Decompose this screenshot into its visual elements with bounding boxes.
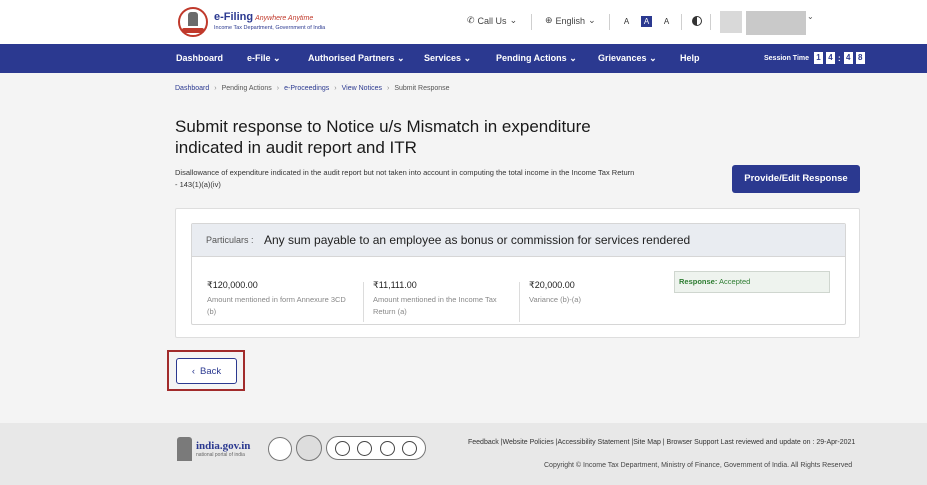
call-us-label: Call Us xyxy=(477,15,507,26)
divider xyxy=(609,14,610,30)
breadcrumb: Dashboard › Pending Actions › e-Proceedi… xyxy=(175,85,450,92)
chevron-down-icon: ⌄ xyxy=(569,53,577,63)
main-nav: Dashboard e-File ⌄ Authorised Partners ⌄… xyxy=(0,44,927,73)
amount-itr-caption: Amount mentioned in the Income Tax Retur… xyxy=(373,295,497,316)
logo-tagline: Anywhere Anytime xyxy=(255,15,314,23)
session-digit: 4 xyxy=(843,52,853,64)
chevron-right-icon: › xyxy=(276,85,280,92)
session-label: Session Time xyxy=(764,54,810,62)
divider xyxy=(519,282,520,322)
divider xyxy=(681,14,682,30)
chevron-down-icon: ⌄ xyxy=(509,15,518,25)
entrust-badge-icon xyxy=(296,435,322,461)
page-description: Disallowance of expenditure indicated in… xyxy=(175,168,635,189)
india-gov-logo[interactable]: india.gov.in national portal of india xyxy=(177,437,250,461)
chevron-down-icon: ⌄ xyxy=(463,53,472,63)
font-increase-button[interactable]: A xyxy=(661,16,672,27)
divider xyxy=(363,282,364,322)
divider xyxy=(710,14,711,30)
logo-subtitle: Income Tax Department, Government of Ind… xyxy=(214,25,326,32)
amount-itr-column: ₹11,111.00 Amount mentioned in the Incom… xyxy=(373,280,513,318)
session-timer: Session Time 1 4 : 4 8 xyxy=(764,52,865,64)
nav-help[interactable]: Help xyxy=(680,53,700,63)
breadcrumb-dashboard[interactable]: Dashboard xyxy=(175,85,209,92)
session-digit: 8 xyxy=(855,52,865,64)
nav-grievances[interactable]: Grievances ⌄ xyxy=(598,53,657,64)
chevron-down-icon: ⌄ xyxy=(588,15,596,25)
provide-edit-response-button[interactable]: Provide/Edit Response xyxy=(732,165,860,193)
iso-certifications xyxy=(326,436,426,460)
efiling-logo[interactable]: e-Filing Anywhere Anytime Income Tax Depa… xyxy=(178,7,325,37)
font-normal-button[interactable]: A xyxy=(641,16,652,27)
variance-caption: Variance (b)-(a) xyxy=(529,295,581,304)
breadcrumb-pending-actions: Pending Actions xyxy=(221,85,272,92)
page-title: Submit response to Notice u/s Mismatch i… xyxy=(175,117,591,157)
nav-efile[interactable]: e-File ⌄ xyxy=(247,53,281,64)
particulars-value: Any sum payable to an employee as bonus … xyxy=(264,233,691,247)
particulars-label: Particulars : xyxy=(206,235,254,245)
breadcrumb-e-proceedings[interactable]: e-Proceedings xyxy=(284,85,329,92)
back-label: Back xyxy=(200,365,222,377)
response-status-badge: Response: Accepted xyxy=(674,271,830,293)
amount-annexure-caption: Amount mentioned in form Annexure 3CD (b… xyxy=(207,295,346,316)
nav-authorised-partners[interactable]: Authorised Partners ⌄ xyxy=(308,53,405,64)
breadcrumb-view-notices[interactable]: View Notices xyxy=(342,85,382,92)
chevron-down-icon: ⌄ xyxy=(397,53,405,63)
avatar[interactable] xyxy=(720,11,742,33)
nav-services[interactable]: Services ⌄ xyxy=(424,53,471,64)
certification-badge-icon xyxy=(268,437,292,461)
response-value: Accepted xyxy=(719,277,751,286)
response-label: Response: xyxy=(679,277,718,286)
font-decrease-button[interactable]: A xyxy=(621,16,632,27)
chevron-right-icon: › xyxy=(334,85,337,92)
footer: india.gov.in national portal of india Fe… xyxy=(0,423,927,485)
divider xyxy=(531,14,532,30)
session-colon: : xyxy=(838,53,841,63)
top-header: e-Filing Anywhere Anytime Income Tax Depa… xyxy=(0,0,927,44)
globe-icon: ⊕ xyxy=(545,15,553,25)
session-digit: 4 xyxy=(826,52,836,64)
particulars-header: Particulars : Any sum payable to an empl… xyxy=(192,224,845,257)
india-gov-title: india.gov.in xyxy=(196,440,251,452)
back-button[interactable]: ‹ Back xyxy=(176,358,237,384)
call-us-menu[interactable]: ✆ Call Us ⌄ xyxy=(467,15,517,26)
copyright: Copyright © Income Tax Department, Minis… xyxy=(544,462,853,469)
session-digit: 1 xyxy=(814,52,824,64)
iso-cert-icon xyxy=(357,440,373,456)
chevron-down-icon: ⌄ xyxy=(649,53,657,63)
nav-dashboard[interactable]: Dashboard xyxy=(176,53,223,63)
contrast-icon[interactable] xyxy=(692,16,702,26)
breadcrumb-submit-response: Submit Response xyxy=(394,85,450,92)
phone-icon: ✆ xyxy=(467,15,475,25)
username-redacted[interactable] xyxy=(746,11,806,35)
chevron-right-icon: › xyxy=(386,85,390,92)
iso-cert-icon xyxy=(379,440,395,456)
amount-annexure: ₹120,000.00 xyxy=(207,280,258,290)
ashoka-emblem-icon xyxy=(177,437,192,461)
amount-annexure-column: ₹120,000.00 Amount mentioned in form Ann… xyxy=(207,280,357,318)
footer-links[interactable]: Feedback |Website Policies |Accessibilit… xyxy=(468,436,860,449)
iso-cert-icon xyxy=(402,440,418,456)
iso-cert-icon xyxy=(334,440,350,456)
emblem-icon xyxy=(178,7,208,37)
variance-column: ₹20,000.00 Variance (b)-(a) xyxy=(529,280,669,306)
variance-amount: ₹20,000.00 xyxy=(529,280,575,290)
india-gov-subtitle: national portal of india xyxy=(196,452,245,458)
chevron-down-icon[interactable]: ⌄ xyxy=(807,12,814,21)
chevron-down-icon: ⌄ xyxy=(273,53,281,63)
language-select[interactable]: ⊕ English ⌄ xyxy=(545,15,596,26)
amount-itr: ₹11,111.00 xyxy=(373,280,417,290)
chevron-right-icon: › xyxy=(214,85,217,92)
logo-title: e-Filing xyxy=(214,11,254,24)
language-label: English xyxy=(555,15,586,26)
chevron-left-icon: ‹ xyxy=(191,365,196,377)
nav-pending-actions[interactable]: Pending Actions ⌄ xyxy=(496,53,577,64)
